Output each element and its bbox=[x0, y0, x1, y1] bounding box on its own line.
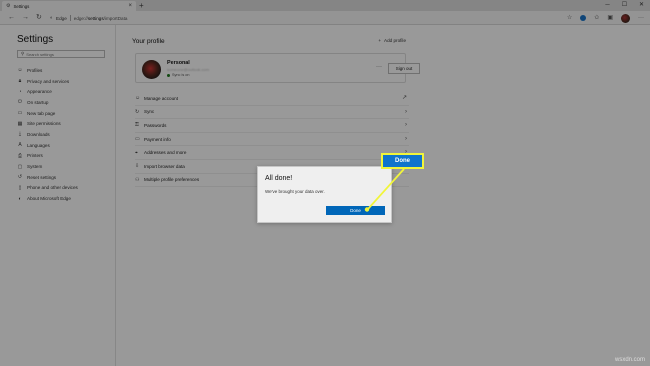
dialog-message: We've brought your data over. bbox=[265, 189, 325, 194]
import-complete-dialog: All done! We've brought your data over. … bbox=[257, 166, 392, 223]
done-button[interactable]: Done bbox=[326, 206, 385, 215]
done-callout: Done bbox=[381, 153, 424, 169]
screenshot-root: ⚙ Settings × + ─ ☐ ✕ ← → ↻ ◐ Edge edge:/… bbox=[0, 0, 650, 366]
watermark: wsxdn.com bbox=[614, 357, 645, 363]
dialog-title: All done! bbox=[265, 175, 293, 182]
